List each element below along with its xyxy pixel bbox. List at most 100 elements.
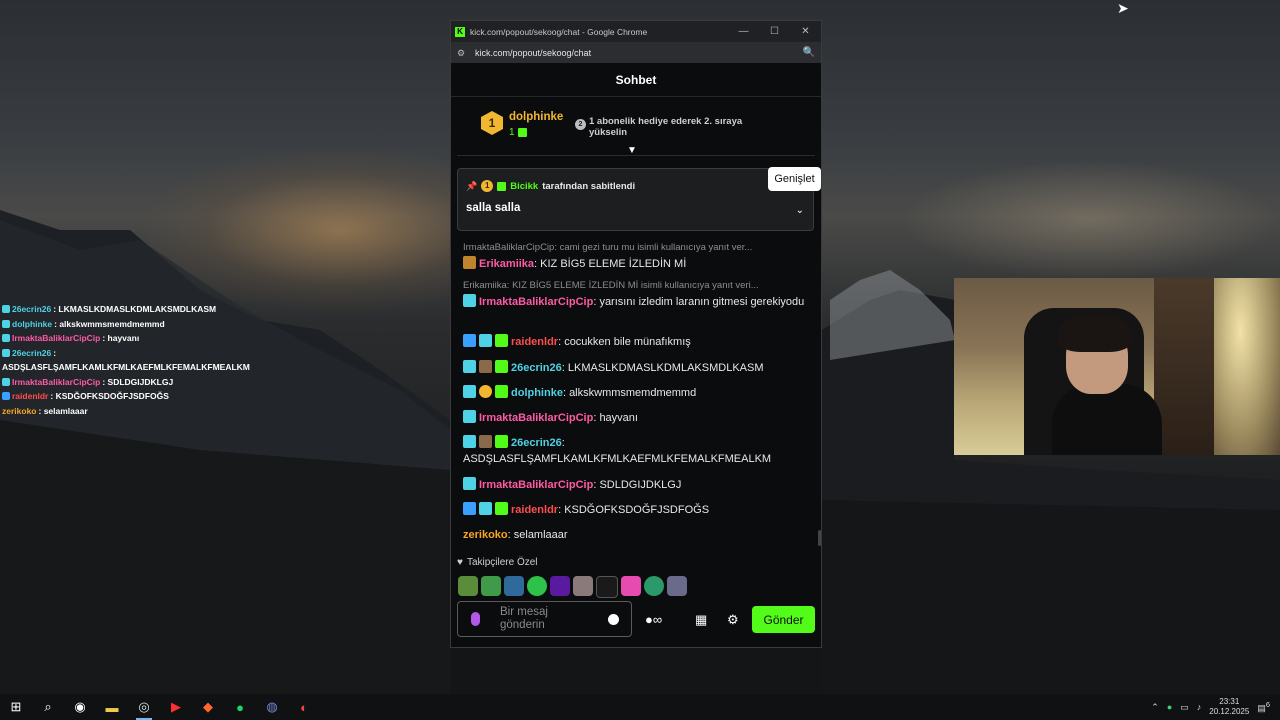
emote-icon[interactable] [573,576,593,596]
chat-text: : LKMASLKDMASLKDMLAKSMDLKASM [561,362,764,374]
chat-username[interactable]: raidenldr [511,504,558,516]
overlay-row: zerikoko: selamlaaar [2,404,250,419]
chat-message[interactable]: dolphinke: alkskwmmsmemdmemmd [463,385,809,401]
input-placeholder[interactable]: Bir mesaj gönderin [500,606,590,632]
chat-username[interactable]: zerikoko [463,529,508,541]
zoom-icon[interactable]: 🔍 [803,47,815,58]
spotify-icon[interactable]: ● [224,694,256,720]
gift-icon [517,128,527,137]
maximize-button[interactable]: ☐ [759,26,790,37]
emote-icon[interactable] [458,576,478,596]
tray-app-icon[interactable]: ● [1167,702,1172,712]
chat-username[interactable]: raidenldr [511,336,558,348]
pinned-text: salla salla [466,202,521,214]
tray-chevron-icon[interactable]: ⌃ [1151,702,1159,713]
followers-label: Takipçilere Özel [466,557,538,568]
emote-icon[interactable] [596,576,618,598]
badge-icon [479,360,492,373]
chat-title: Sohbet [451,63,821,97]
chat-scrollbar[interactable] [818,530,821,546]
emote-icon[interactable] [550,576,570,596]
gift-icon [495,435,508,448]
pinned-by-user[interactable]: Bicikk [510,181,538,192]
reply-context[interactable]: Erikamiika: KIZ BİG5 ELEME İZLEDİN Mİ is… [463,278,809,294]
chat-username[interactable]: IrmaktaBaliklarCipCip [479,296,593,308]
emote-icon[interactable] [644,576,664,596]
chat-message[interactable]: raidenldr: cocukken bile münafıkmış [463,334,809,350]
desktop-chat-overlay: 26ecrin26: LKMASLKDMASLKDMLAKSMDLKASM do… [2,302,250,418]
emote-icon[interactable] [504,576,524,596]
chat-message[interactable]: IrmaktaBaliklarCipCip: hayvanı [463,410,809,426]
gear-icon[interactable]: ⚙ [727,612,739,628]
leader-name[interactable]: dolphinke [509,111,563,123]
volume-icon[interactable]: ♪ [1197,702,1202,712]
overlay-row: 26ecrin26: [2,346,250,361]
chat-text: : hayvanı [593,412,638,424]
chat-message[interactable]: zerikoko: selamlaaar [463,527,809,543]
pin-icon: 📌 [466,180,478,191]
youtube-music-icon[interactable]: ▶ [160,694,192,720]
badge-icon [479,502,492,515]
badge-icon [463,294,476,307]
badge-icon [2,319,10,328]
leaderboard[interactable]: 1 dolphinke 1 2 1 abonelik hediye ederek… [451,97,821,156]
collapse-arrow-icon[interactable]: ▼ [627,145,637,156]
steam-icon[interactable]: ◉ [64,694,96,720]
badge-icon [2,377,10,386]
discord-icon[interactable]: ◍ [256,694,288,720]
pinned-header: 📌 1 Bicikk tarafından sabitlendi [466,180,635,192]
chat-message[interactable]: IrmaktaBaliklarCipCip: cami gezi turu mu… [463,240,809,272]
recorder-icon[interactable]: ◐ [288,694,320,720]
brave-icon[interactable]: ◆ [192,694,224,720]
network-icon[interactable]: ▭ [1180,702,1189,713]
search-icon[interactable]: ⌕ [32,694,64,720]
emote-icon[interactable] [481,576,501,596]
folder-icon[interactable]: ▬ [96,694,128,720]
chat-text: : KSDĞOFKSDOĞFJSDFOĞS [558,504,710,516]
chat-username[interactable]: 26ecrin26 [511,362,562,374]
emote-icon[interactable] [621,576,641,596]
site-settings-icon[interactable]: ⚙ [457,48,467,58]
url-text[interactable]: kick.com/popout/sekoog/chat [475,48,803,58]
start-icon[interactable]: ⊞ [0,694,32,720]
cam-person-body [1052,384,1162,455]
emote-icon[interactable] [527,576,547,596]
gift-icon [495,334,508,347]
pinned-message[interactable]: 📌 1 Bicikk tarafından sabitlendi salla s… [457,168,814,231]
overlay-row: IrmaktaBaliklarCipCip: hayvanı [2,331,250,346]
chat-username[interactable]: 26ecrin26 [511,437,562,449]
chat-username[interactable]: Erikamiika [479,258,534,270]
overlay-text: : LKMASLKDMASLKDMLAKSMDLKASM [53,304,217,314]
reply-context[interactable]: IrmaktaBaliklarCipCip: cami gezi turu mu… [463,240,809,256]
chrome-icon[interactable]: ◎ [128,694,160,720]
emote-row [458,576,687,598]
store-icon[interactable]: ▦ [695,612,707,628]
chevron-down-icon[interactable]: ⌄ [796,205,804,216]
clock[interactable]: 23:31 20.12.2025 [1209,697,1249,717]
chat-message[interactable]: IrmaktaBaliklarCipCip: SDLDGIJDKLGJ [463,477,809,493]
send-button[interactable]: Gönder [752,606,815,633]
badge-icon [2,305,10,314]
address-bar[interactable]: ⚙ kick.com/popout/sekoog/chat 🔍 [451,42,821,63]
channel-points-icon[interactable]: ●∞ [645,612,662,627]
message-input[interactable]: Bir mesaj gönderin [457,601,632,637]
chat-message[interactable]: Erikamiika: KIZ BİG5 ELEME İZLEDİN Mİ is… [463,278,809,310]
chat-username[interactable]: IrmaktaBaliklarCipCip [479,412,593,424]
badge-icon [2,392,10,401]
gift-icon [495,385,508,398]
chat-message[interactable]: raidenldr: KSDĞOFKSDOĞFJSDFOĞS [463,502,809,518]
badge-icon [463,435,476,448]
system-tray: ⌃ ● ▭ ♪ 23:31 20.12.2025 ▤6 [1151,694,1280,720]
emoji-icon[interactable] [608,614,619,625]
microphone-icon[interactable] [471,612,480,626]
minimize-button[interactable]: — [728,26,759,37]
chat-message[interactable]: 26ecrin26: ASDŞLASFLŞAMFLKAMLKFMLKAEFMLK… [463,435,809,467]
chat-username[interactable]: dolphinke [511,387,563,399]
chat-message[interactable]: 26ecrin26: LKMASLKDMASLKDMLAKSMDLKASM [463,360,809,376]
overlay-text: ASDŞLASFLŞAMFLKAMLKFMLKAEFMLKFEMALKFMEAL… [2,362,250,372]
chat-username[interactable]: IrmaktaBaliklarCipCip [479,479,593,491]
rank-1-badge-icon: 1 [481,111,503,135]
close-button[interactable]: ✕ [790,26,821,37]
notification-icon[interactable]: ▤6 [1257,700,1270,714]
emote-icon[interactable] [667,576,687,596]
